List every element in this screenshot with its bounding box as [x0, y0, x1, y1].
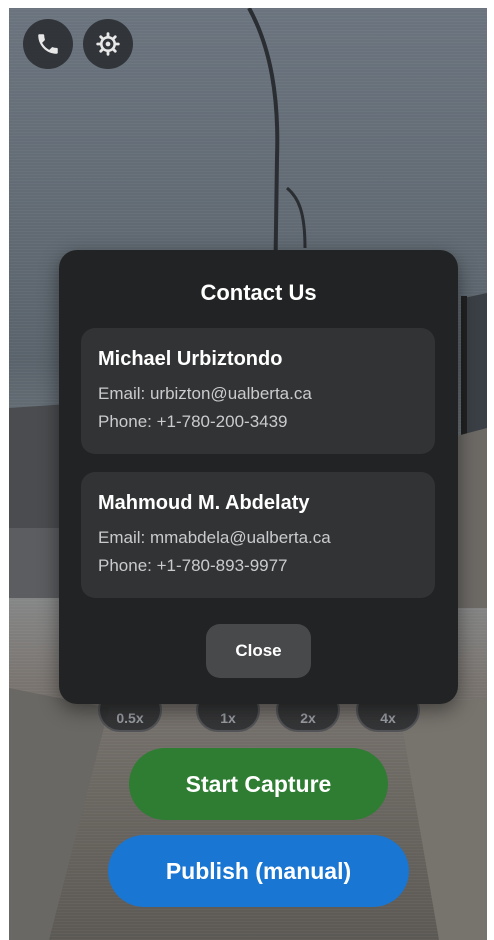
- settings-button[interactable]: [83, 19, 133, 69]
- start-capture-button[interactable]: Start Capture: [129, 748, 388, 820]
- phone-icon: [38, 34, 58, 54]
- call-button[interactable]: [23, 19, 73, 69]
- contact-email[interactable]: Email: mmabdela@ualberta.ca: [98, 528, 331, 548]
- contact-name: Michael Urbiztondo: [98, 348, 283, 370]
- dialog-title: Contact Us: [200, 280, 317, 305]
- gear-icon: [96, 32, 120, 56]
- contact-email[interactable]: Email: urbizton@ualberta.ca: [98, 384, 312, 404]
- publish-manual-button[interactable]: Publish (manual): [108, 835, 409, 907]
- contact-card: Mahmoud M. Abdelaty Email: mmabdela@ualb…: [81, 472, 435, 598]
- contact-phone[interactable]: Phone: +1-780-893-9977: [98, 556, 288, 576]
- contact-name: Mahmoud M. Abdelaty: [98, 492, 310, 514]
- contact-us-dialog: Contact Us Michael Urbiztondo Email: urb…: [59, 250, 458, 704]
- close-button[interactable]: Close: [206, 624, 311, 678]
- contact-phone[interactable]: Phone: +1-780-200-3439: [98, 412, 288, 432]
- contact-card: Michael Urbiztondo Email: urbizton@ualbe…: [81, 328, 435, 454]
